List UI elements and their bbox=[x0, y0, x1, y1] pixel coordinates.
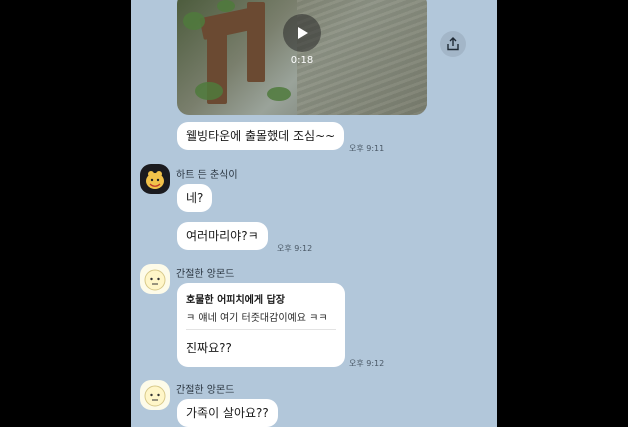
sender-name: 간절한 앙몬드 bbox=[176, 385, 235, 396]
share-icon[interactable] bbox=[440, 31, 466, 57]
avatar[interactable] bbox=[140, 380, 170, 410]
character-icon bbox=[146, 171, 164, 189]
reply-message: 진짜요?? bbox=[186, 341, 232, 355]
character-icon bbox=[144, 269, 166, 291]
video-thumbnail[interactable]: 0:18 bbox=[177, 0, 427, 115]
avatar[interactable] bbox=[140, 264, 170, 294]
message-time: 오후 9:11 bbox=[349, 144, 385, 153]
chat-room: 0:18 웰빙타운에 출몰했데 조심~~ 오후 9:11 하트 든 춘식이 네?… bbox=[131, 0, 497, 427]
sender-name: 간절한 앙몬드 bbox=[176, 269, 235, 280]
message-bubble[interactable]: 여러마리야?ㅋ bbox=[177, 222, 268, 250]
reply-quote: ㅋ 얘네 여기 터줏대감이예요 ㅋㅋ bbox=[186, 313, 328, 324]
message-time: 오후 9:12 bbox=[349, 359, 385, 368]
video-leaf bbox=[195, 82, 223, 100]
message-bubble[interactable]: 웰빙타운에 출몰했데 조심~~ bbox=[177, 122, 345, 150]
video-leaf bbox=[267, 87, 291, 101]
video-duration: 0:18 bbox=[290, 55, 314, 66]
video-bench-leg bbox=[247, 2, 265, 82]
character-icon bbox=[144, 385, 166, 407]
play-icon[interactable] bbox=[283, 14, 321, 52]
reply-bubble[interactable]: 호물한 어피치에게 답장 ㅋ 얘네 여기 터줏대감이예요 ㅋㅋ 진짜요?? bbox=[177, 283, 345, 367]
message-bubble[interactable]: 네? bbox=[177, 184, 213, 212]
sender-name: 하트 든 춘식이 bbox=[176, 170, 238, 181]
reply-divider bbox=[186, 329, 336, 330]
reply-title: 호물한 어피치에게 답장 bbox=[186, 295, 285, 306]
video-leaf bbox=[183, 12, 205, 30]
message-bubble[interactable]: 가족이 살아요?? bbox=[177, 399, 278, 427]
video-leaf bbox=[217, 0, 235, 12]
avatar[interactable] bbox=[140, 164, 170, 194]
message-time: 오후 9:12 bbox=[277, 244, 313, 253]
